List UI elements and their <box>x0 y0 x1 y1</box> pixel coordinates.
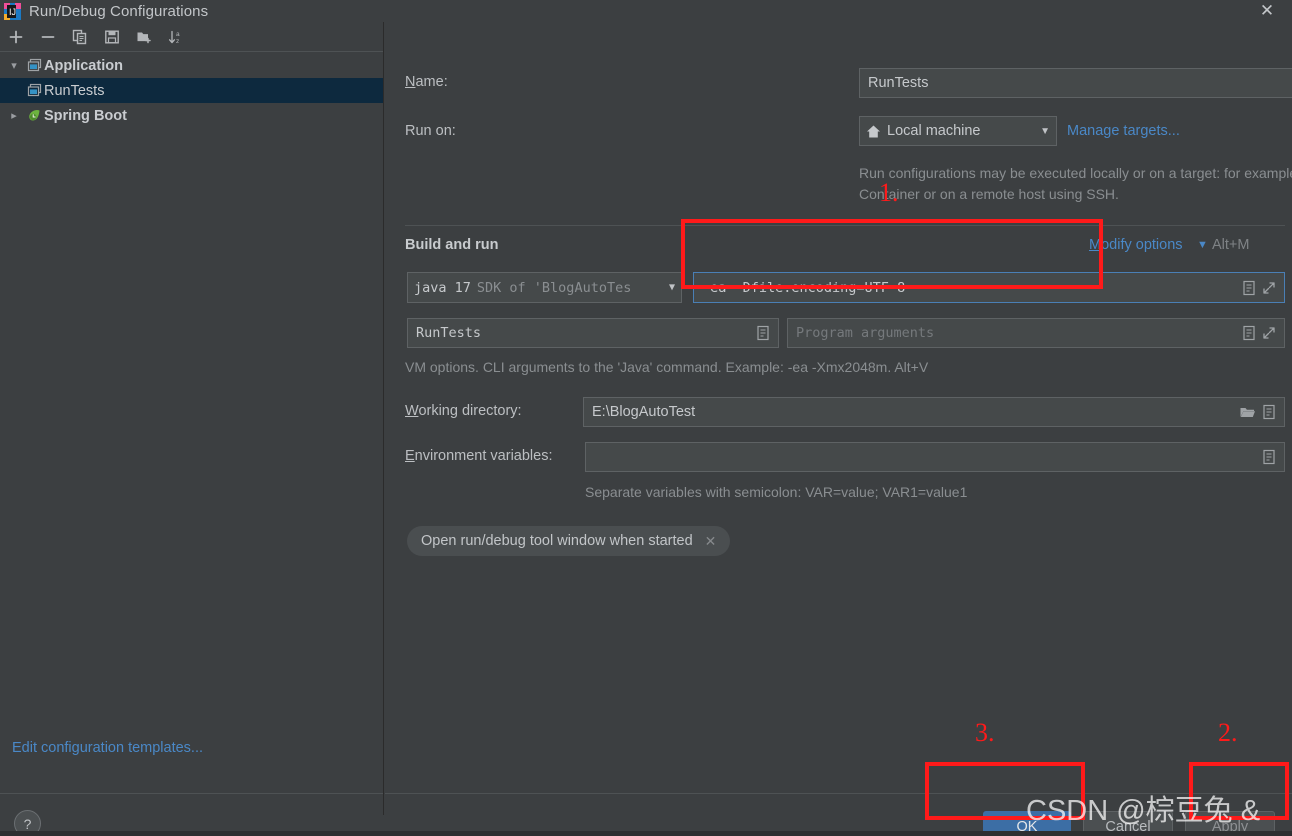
program-arguments-input[interactable]: Program arguments <box>787 318 1285 348</box>
spring-boot-icon <box>24 108 44 123</box>
tree-item-label: Spring Boot <box>44 107 127 124</box>
chevron-down-icon[interactable]: ▼ <box>1040 126 1050 137</box>
run-on-label: Run on: <box>405 123 456 139</box>
svg-text:a: a <box>176 31 180 38</box>
insert-macro-icon[interactable] <box>756 325 770 341</box>
build-and-run-title: Build and run <box>405 237 499 253</box>
jdk-description: SDK of 'BlogAutoTes <box>476 279 632 296</box>
working-directory-label: Working directory: <box>405 403 522 419</box>
run-on-value: Local machine <box>887 123 981 139</box>
run-on-hint: Run configurations may be executed local… <box>859 165 1292 202</box>
vm-options-input[interactable]: -ea -Dfile.encoding=UTF-8 <box>693 272 1285 303</box>
environment-variables-actions <box>1262 449 1276 465</box>
tree-item-label: RunTests <box>44 82 105 99</box>
tree-item-label: Application <box>44 57 123 74</box>
application-icon <box>24 58 44 73</box>
add-configuration-button[interactable] <box>4 25 28 49</box>
expand-editor-icon[interactable] <box>1262 281 1276 295</box>
configuration-editor-panel: Name: RunTests Store as project file Run… <box>385 22 1292 836</box>
close-icon[interactable]: ✕ <box>1250 0 1284 22</box>
insert-macro-icon[interactable] <box>1262 404 1276 420</box>
vm-options-value: -ea -Dfile.encoding=UTF-8 <box>702 279 906 296</box>
chevron-right-icon[interactable]: ▸ <box>4 109 24 122</box>
chevron-down-icon[interactable]: ▾ <box>4 59 24 72</box>
home-icon <box>866 124 881 139</box>
configurations-tree: ▾ Application RunTests ▸ Spring Boot <box>0 53 383 128</box>
build-and-run-divider <box>405 225 1285 226</box>
dialog-body: a z ▾ Application RunTests ▸ Spring Boot… <box>0 22 1292 836</box>
manage-targets-link[interactable]: Manage targets... <box>1067 123 1180 139</box>
main-class-value: RunTests <box>416 325 482 341</box>
remove-configuration-button[interactable] <box>36 25 60 49</box>
sidebar-divider <box>0 793 383 794</box>
main-class-actions <box>756 325 770 341</box>
run-debug-configurations-dialog: IJ Run/Debug Configurations ✕ a z ▾ Appl… <box>0 0 1292 836</box>
new-folder-button[interactable] <box>132 25 156 49</box>
dialog-title: Run/Debug Configurations <box>29 2 209 20</box>
chip-label: Open run/debug tool window when started <box>421 533 693 549</box>
name-label: Name: <box>405 74 448 90</box>
program-arguments-placeholder: Program arguments <box>796 325 935 341</box>
name-label-mnemonic: N <box>405 74 416 90</box>
name-input-value: RunTests <box>868 75 929 91</box>
working-directory-actions <box>1239 404 1276 420</box>
chevron-down-icon[interactable]: ▼ <box>1197 239 1208 251</box>
edit-configuration-templates-link[interactable]: Edit configuration templates... <box>12 740 203 756</box>
desktop-background-strip <box>0 831 1292 836</box>
svg-text:IJ: IJ <box>9 7 16 17</box>
working-directory-input[interactable]: E:\BlogAutoTest <box>583 397 1285 427</box>
dialog-title-bar: IJ Run/Debug Configurations ✕ <box>0 0 1292 22</box>
tree-item-application[interactable]: ▾ Application <box>0 53 383 78</box>
program-arguments-actions <box>1242 325 1276 341</box>
copy-configuration-button[interactable] <box>68 25 92 49</box>
environment-variables-hint: Separate variables with semicolon: VAR=v… <box>585 484 968 500</box>
intellij-idea-icon: IJ <box>4 2 21 20</box>
insert-macro-icon[interactable] <box>1242 280 1256 296</box>
modify-options-link[interactable]: Modify options <box>1089 237 1183 253</box>
insert-macro-icon[interactable] <box>1262 449 1276 465</box>
environment-variables-input[interactable] <box>585 442 1285 472</box>
folder-open-icon[interactable] <box>1239 405 1256 420</box>
tree-item-runtests[interactable]: RunTests <box>0 78 383 103</box>
name-input[interactable]: RunTests <box>859 68 1292 98</box>
dialog-button-bar: OK Cancel Apply <box>385 793 1292 836</box>
name-label-rest: ame: <box>415 74 448 90</box>
chevron-down-icon[interactable]: ▼ <box>669 282 675 293</box>
application-icon <box>24 83 44 98</box>
sidebar-toolbar: a z <box>0 22 383 52</box>
save-configuration-button[interactable] <box>100 25 124 49</box>
working-directory-value: E:\BlogAutoTest <box>592 404 696 420</box>
run-on-dropdown[interactable]: Local machine ▼ <box>859 116 1057 146</box>
expand-editor-icon[interactable] <box>1262 326 1276 340</box>
svg-text:z: z <box>176 38 179 45</box>
open-run-debug-tool-window-chip[interactable]: Open run/debug tool window when started … <box>407 526 731 556</box>
modify-options-shortcut: Alt+M <box>1212 237 1250 253</box>
environment-variables-label: Environment variables: <box>405 448 553 464</box>
jdk-version: java 17 <box>414 279 471 296</box>
close-icon[interactable]: ✕ <box>705 533 717 550</box>
vm-options-actions <box>1242 280 1276 296</box>
sort-configurations-button[interactable]: a z <box>164 25 188 49</box>
configurations-sidebar: a z ▾ Application RunTests ▸ Spring Boot… <box>0 22 384 836</box>
main-class-input[interactable]: RunTests <box>407 318 779 348</box>
vm-options-hint: VM options. CLI arguments to the 'Java' … <box>405 359 929 375</box>
tree-item-spring-boot[interactable]: ▸ Spring Boot <box>0 103 383 128</box>
jdk-dropdown[interactable]: java 17 SDK of 'BlogAutoTes ▼ <box>407 272 682 303</box>
insert-macro-icon[interactable] <box>1242 325 1256 341</box>
